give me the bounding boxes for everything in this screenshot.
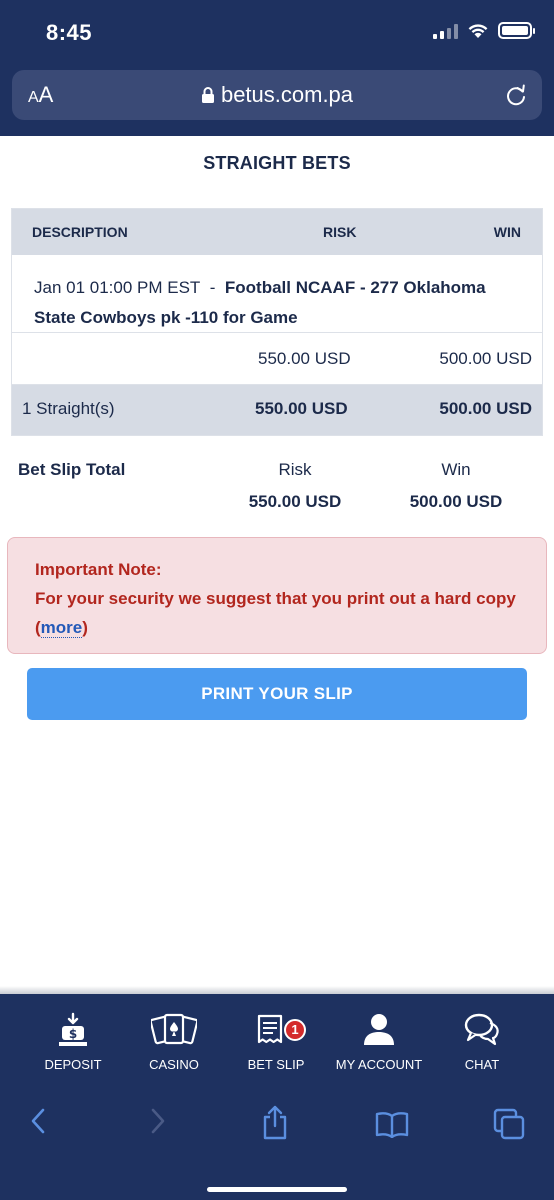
chat-icon [464, 1013, 499, 1046]
cellular-signal-icon [433, 23, 458, 39]
share-icon[interactable] [259, 1104, 291, 1140]
nav-casino[interactable]: CASINO [128, 994, 220, 1088]
tabs-icon[interactable] [493, 1108, 525, 1140]
reload-icon[interactable] [504, 82, 528, 108]
browser-top-chrome: 8:45 AA betus.com.pa [0, 0, 554, 136]
header-description: DESCRIPTION [32, 224, 128, 240]
more-link[interactable]: more [40, 618, 83, 638]
bet-date: Jan 01 01:00 PM EST [34, 278, 201, 297]
nav-chat-label: CHAT [464, 1057, 500, 1072]
page-title: STRAIGHT BETS [203, 153, 351, 173]
slip-total-win-value: 500.00 USD [409, 492, 503, 511]
bookmarks-icon[interactable] [375, 1110, 409, 1138]
slip-total-risk: Risk 550.00 USD [235, 460, 355, 512]
svg-text:$: $ [69, 1027, 77, 1041]
slip-total-risk-value: 550.00 USD [248, 492, 342, 511]
url-display[interactable]: betus.com.pa [12, 82, 542, 108]
nav-bet-slip-label: BET SLIP [247, 1057, 305, 1072]
bet-amount-row: 550.00 USD 500.00 USD [12, 333, 542, 385]
nav-casino-label: CASINO [149, 1057, 199, 1072]
note-close-paren: ) [82, 618, 88, 637]
nav-my-account-label: MY ACCOUNT [335, 1057, 423, 1072]
status-icons [433, 22, 535, 39]
summary-win: 500.00 USD [439, 399, 532, 418]
summary-label: 1 Straight(s) [22, 399, 115, 418]
nav-deposit-label: DEPOSIT [44, 1057, 102, 1072]
note-text: For your security we suggest that you pr… [35, 589, 516, 608]
slip-total-label: Bet Slip Total [18, 460, 126, 479]
bet-separator: - [209, 278, 216, 297]
print-slip-button[interactable]: PRINT YOUR SLIP [27, 668, 527, 720]
back-icon[interactable] [28, 1106, 50, 1136]
lock-icon [201, 87, 214, 103]
table-header-row: DESCRIPTION RISK WIN [12, 209, 542, 255]
header-risk: RISK [323, 224, 357, 240]
slip-total-win-label: Win [441, 460, 471, 479]
deposit-icon: $ [59, 1012, 87, 1046]
address-bar[interactable]: AA betus.com.pa [12, 70, 542, 120]
summary-risk: 550.00 USD [255, 399, 348, 418]
wifi-icon [468, 24, 488, 38]
home-indicator [207, 1187, 347, 1192]
bet-risk: 550.00 USD [258, 349, 351, 368]
bet-description: Jan 01 01:00 PM EST - Football NCAAF - 2… [12, 255, 542, 333]
status-time: 8:45 [46, 20, 93, 45]
url-text: betus.com.pa [220, 82, 354, 107]
important-note: Important Note: For your security we sug… [7, 537, 547, 654]
nav-shadow [0, 986, 554, 994]
battery-icon [498, 22, 535, 39]
note-body: For your security we suggest that you pr… [35, 584, 519, 642]
bet-slip-total: Bet Slip Total Risk 550.00 USD Win 500.0… [0, 450, 554, 520]
slip-total-risk-label: Risk [278, 460, 312, 479]
browser-toolbar [0, 1088, 554, 1200]
site-bottom-nav: $ DEPOSIT CASINO 1 BET SLIP MY ACCOUNT C… [0, 994, 554, 1088]
bet-table: DESCRIPTION RISK WIN Jan 01 01:00 PM EST… [11, 208, 543, 436]
note-open-paren: ( [35, 618, 41, 637]
header-win: WIN [493, 224, 521, 240]
summary-row: 1 Straight(s) 550.00 USD 500.00 USD [12, 385, 542, 435]
user-icon [364, 1014, 394, 1045]
note-title: Important Note: [35, 560, 162, 579]
casino-cards-icon [151, 1013, 197, 1045]
nav-bet-slip[interactable]: 1 BET SLIP [230, 994, 322, 1088]
status-bar: 8:45 [0, 0, 554, 62]
nav-chat[interactable]: CHAT [436, 994, 528, 1088]
bet-win: 500.00 USD [439, 349, 532, 368]
slip-total-win: Win 500.00 USD [396, 460, 516, 512]
bet-slip-badge: 1 [284, 1019, 306, 1041]
forward-icon[interactable] [146, 1106, 168, 1136]
nav-deposit[interactable]: $ DEPOSIT [27, 994, 119, 1088]
nav-my-account[interactable]: MY ACCOUNT [331, 994, 427, 1088]
